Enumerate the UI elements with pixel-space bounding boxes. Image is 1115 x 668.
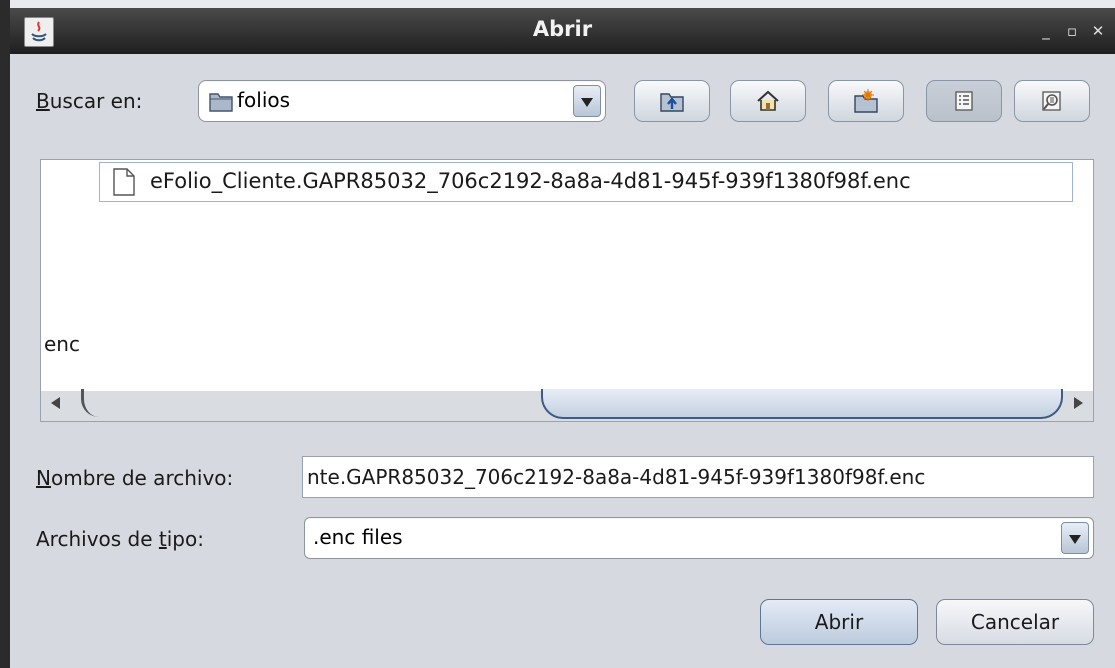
list-view-button[interactable] — [926, 80, 1002, 122]
new-folder-icon — [854, 89, 878, 113]
maximize-button[interactable]: ▫ — [1061, 20, 1083, 42]
details-view-button[interactable] — [1014, 80, 1090, 122]
lookin-label: Buscar en: — [36, 89, 143, 113]
lookin-folder-name: folios — [237, 88, 291, 112]
list-item[interactable]: eFolio_Cliente.GAPR85032_706c2192-8a8a-4… — [99, 162, 1073, 202]
file-name: eFolio_Cliente.GAPR85032_706c2192-8a8a-4… — [150, 169, 911, 193]
scroll-track[interactable] — [81, 389, 114, 417]
open-dialog: Abrir _ ▫ ✕ Buscar en: folios eFolio_Cli… — [0, 0, 1115, 668]
filename-label: Nombre de archivo: — [36, 466, 234, 490]
up-one-level-button[interactable] — [634, 80, 710, 122]
scroll-right-icon[interactable] — [1074, 397, 1083, 409]
list-view-icon — [955, 91, 973, 111]
filetype-combo[interactable]: .enc files — [304, 517, 1094, 559]
home-icon — [757, 90, 779, 111]
folder-icon — [209, 90, 233, 116]
filetype-label: Archivos de tipo: — [36, 527, 204, 551]
title-bar[interactable]: Abrir _ ▫ ✕ — [10, 8, 1115, 54]
truncated-file-label: enc — [44, 332, 80, 356]
file-icon — [112, 168, 136, 200]
scroll-left-icon[interactable] — [51, 397, 60, 409]
filename-value: nte.GAPR85032_706c2192-8a8a-4d81-945f-93… — [307, 465, 926, 489]
chevron-down-icon[interactable] — [1061, 522, 1089, 554]
cancel-button[interactable]: Cancelar — [936, 599, 1094, 645]
window-title: Abrir — [532, 17, 593, 41]
horizontal-scrollbar[interactable] — [40, 389, 1094, 422]
close-button[interactable]: ✕ — [1087, 20, 1109, 42]
window-border — [0, 0, 10, 668]
up-folder-icon — [660, 93, 684, 112]
dialog-content: Buscar en: folios eFolio_Cliente.GAPR850… — [10, 54, 1115, 668]
scroll-thumb[interactable] — [541, 389, 1063, 419]
home-button[interactable] — [730, 80, 806, 122]
filename-field[interactable]: nte.GAPR85032_706c2192-8a8a-4d81-945f-93… — [302, 456, 1094, 498]
file-list[interactable]: eFolio_Cliente.GAPR85032_706c2192-8a8a-4… — [40, 159, 1094, 393]
lookin-combo[interactable]: folios — [198, 80, 606, 122]
new-folder-button[interactable] — [828, 80, 904, 122]
minimize-button[interactable]: _ — [1035, 20, 1057, 42]
open-button[interactable]: Abrir — [760, 599, 918, 645]
chevron-down-icon[interactable] — [573, 85, 601, 117]
details-view-icon — [1042, 91, 1061, 111]
filetype-value: .enc files — [313, 525, 403, 549]
